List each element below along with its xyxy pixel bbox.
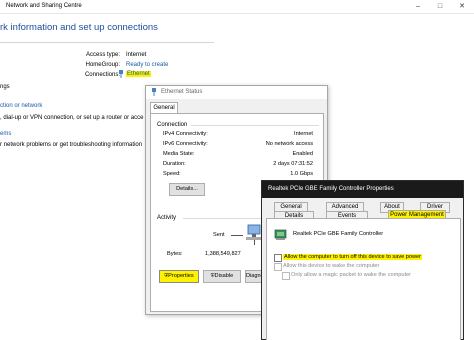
setup-connection-link[interactable]: ction or network xyxy=(0,103,42,109)
connections-label: Connections: xyxy=(84,72,120,78)
main-title-bar: Network and Sharing Centre – □ ✕ xyxy=(0,0,474,14)
troubleshoot-link[interactable]: ems xyxy=(0,131,11,137)
device-name: Realtek PCIe GBE Family Controller xyxy=(293,231,384,237)
homegroup-link[interactable]: Ready to create xyxy=(126,62,168,68)
access-type-label: Access type: xyxy=(85,52,120,58)
properties-button-label: Properties xyxy=(168,273,194,279)
minimize-button[interactable]: – xyxy=(410,0,426,13)
ipv6-label: IPv6 Connectivity: xyxy=(163,141,208,147)
ethernet-icon xyxy=(150,88,158,96)
access-type-value: Internet xyxy=(126,52,147,58)
media-state-value: Enabled xyxy=(292,151,313,157)
adapter-properties-dialog: Realtek PCIe GBE Family Controller Prope… xyxy=(261,180,464,340)
allow-wake-label: Allow this device to wake the computer xyxy=(283,263,380,269)
ethernet-connection-link[interactable]: Ethernet xyxy=(126,71,151,77)
maximize-button[interactable]: □ xyxy=(432,0,448,13)
speed-label: Speed: xyxy=(163,171,181,177)
power-management-panel: Realtek PCIe GBE Family Controller Allow… xyxy=(266,218,461,340)
window-title: Network and Sharing Centre xyxy=(6,3,82,9)
properties-button[interactable]: ⛨Properties xyxy=(159,270,199,283)
disable-button[interactable]: ⛨Disable xyxy=(203,270,241,283)
speed-value: 1.0 Gbps xyxy=(290,171,313,177)
bytes-label: Bytes: xyxy=(167,251,183,257)
page-heading: rk information and set up connections xyxy=(0,22,158,33)
allow-wake-checkbox[interactable] xyxy=(274,263,282,271)
disable-button-label: Disable xyxy=(214,273,234,279)
adapter-properties-title-bar: Realtek PCIe GBE Family Controller Prope… xyxy=(262,181,463,198)
ethernet-icon xyxy=(118,70,124,78)
allow-turn-off-checkbox[interactable] xyxy=(274,254,282,262)
troubleshoot-description: r network problems or get troubleshootin… xyxy=(0,142,143,148)
magic-packet-checkbox[interactable] xyxy=(282,272,290,280)
activity-group-label: Activity xyxy=(157,215,177,221)
ethernet-status-title-bar: Ethernet Status xyxy=(146,86,327,99)
sent-line xyxy=(231,235,243,236)
sent-label: Sent xyxy=(213,232,225,238)
media-state-label: Media State: xyxy=(163,151,195,157)
allow-turn-off-label: Allow the computer to turn off this devi… xyxy=(283,254,423,260)
ipv6-value: No network access xyxy=(265,141,313,147)
details-button[interactable]: Details... xyxy=(169,183,205,196)
bytes-sent-value: 1,388,549,827 xyxy=(205,251,241,257)
section-heading-settings: ngs xyxy=(0,84,10,90)
ipv4-value: Internet xyxy=(294,131,313,137)
homegroup-label: HomeGroup: xyxy=(85,62,120,68)
duration-value: 2 days 07:31:52 xyxy=(273,161,313,167)
connection-group-label: Connection xyxy=(157,122,188,128)
ethernet-status-title: Ethernet Status xyxy=(161,89,203,95)
network-adapter-icon xyxy=(274,229,288,241)
duration-label: Duration: xyxy=(163,161,186,167)
adapter-properties-title: Realtek PCIe GBE Family Controller Prope… xyxy=(268,186,394,192)
magic-packet-label: Only allow a magic packet to wake the co… xyxy=(291,272,412,278)
connection-group-divider xyxy=(191,125,319,126)
setup-connection-description: , dial-up or VPN connection, or set up a… xyxy=(0,115,144,121)
heading-divider xyxy=(0,42,214,43)
ipv4-label: IPv4 Connectivity: xyxy=(163,131,208,137)
close-button[interactable]: ✕ xyxy=(454,0,470,13)
